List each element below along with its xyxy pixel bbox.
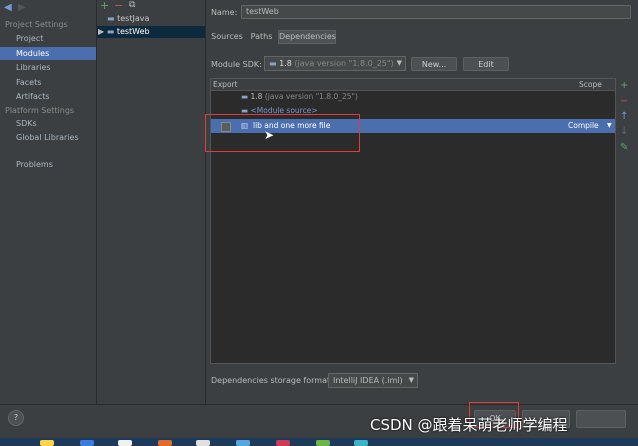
taskbar-app-icon[interactable] — [236, 440, 250, 446]
add-module-icon[interactable]: + — [100, 0, 109, 12]
help-icon[interactable]: ? — [8, 410, 24, 426]
taskbar-app-icon[interactable] — [158, 440, 172, 446]
highlight-box — [205, 114, 360, 152]
module-sdk-label: Module SDK: — [211, 60, 262, 69]
watermark: CSDN @跟着呆萌老师学编程 — [370, 416, 568, 434]
taskbar-app-icon[interactable] — [118, 440, 132, 446]
remove-module-icon[interactable]: − — [114, 0, 123, 12]
move-down-icon[interactable]: ↓ — [620, 127, 628, 137]
row-detail: (java version "1.8.0_25") — [264, 92, 358, 101]
copy-module-icon[interactable]: ⧉ — [129, 0, 135, 10]
nav-item-project[interactable]: Project — [16, 34, 43, 43]
column-header-scope[interactable]: Scope — [579, 80, 602, 89]
folder-icon: ▬ — [107, 14, 115, 23]
move-up-icon[interactable]: ↑ — [620, 112, 628, 122]
chevron-down-icon: ▼ — [607, 122, 612, 129]
jdk-folder-icon: ▬ — [241, 92, 249, 101]
taskbar-app-icon[interactable] — [354, 440, 368, 446]
storage-format-select[interactable]: IntelliJ IDEA (.iml) ▼ — [328, 373, 418, 388]
expand-arrow-icon[interactable]: ▶ — [97, 27, 104, 36]
nav-item-global-libraries[interactable]: Global Libraries — [16, 133, 79, 142]
chevron-down-icon: ▼ — [396, 59, 402, 67]
back-arrow-icon[interactable]: ◀ — [4, 2, 12, 13]
taskbar-app-icon[interactable] — [196, 440, 210, 446]
table-header — [211, 79, 615, 91]
nav-item-facets[interactable]: Facets — [16, 78, 41, 87]
folder-icon: ▬ — [106, 27, 115, 36]
storage-format-label: Dependencies storage format: — [211, 376, 333, 385]
apply-button[interactable] — [576, 410, 626, 428]
name-input[interactable]: testWeb — [241, 5, 631, 19]
remove-dependency-icon[interactable]: − — [620, 97, 628, 107]
taskbar-app-icon[interactable] — [40, 440, 54, 446]
edit-dependency-icon[interactable]: ✎ — [620, 143, 628, 153]
sdk-folder-icon: ▬ — [269, 59, 277, 68]
column-header-export[interactable]: Export — [213, 80, 238, 89]
nav-item-libraries[interactable]: Libraries — [16, 63, 51, 72]
nav-item-problems[interactable]: Problems — [16, 160, 53, 169]
tab-dependencies[interactable]: Dependencies — [278, 30, 336, 44]
module-item-testweb[interactable]: ▶ ▬ testWeb — [97, 26, 205, 38]
sdk-value: 1.8 — [279, 59, 292, 68]
tab-paths[interactable]: Paths — [248, 31, 275, 43]
scope-select[interactable]: Compile — [568, 119, 599, 133]
forward-arrow-icon[interactable]: ▶ — [18, 2, 26, 13]
nav-header-project-settings: Project Settings — [5, 20, 68, 29]
row-name: 1.8 — [250, 92, 263, 101]
nav-header-platform-settings: Platform Settings — [5, 106, 75, 115]
taskbar-app-icon[interactable] — [316, 440, 330, 446]
nav-item-modules[interactable]: Modules — [0, 47, 96, 60]
mouse-cursor-icon: ➤ — [264, 128, 275, 142]
storage-format-value: IntelliJ IDEA (.iml) — [333, 376, 403, 385]
new-sdk-button[interactable]: New... — [411, 57, 457, 71]
add-dependency-icon[interactable]: + — [620, 81, 628, 91]
nav-item-sdks[interactable]: SDKs — [16, 119, 37, 128]
table-row-jdk[interactable]: ▬ 1.8 (java version "1.8.0_25") — [241, 92, 358, 101]
chevron-down-icon: ▼ — [408, 376, 414, 384]
module-name: testWeb — [116, 27, 150, 36]
nav-item-artifacts[interactable]: Artifacts — [16, 92, 50, 101]
edit-sdk-button[interactable]: Edit — [463, 57, 509, 71]
name-label: Name: — [211, 8, 238, 17]
module-list-panel: + − ⧉ ▬ testJava ▶ ▬ testWeb — [97, 0, 206, 404]
taskbar-app-icon[interactable] — [80, 440, 94, 446]
settings-nav: ◀ ▶ Project Settings Project Modules Lib… — [0, 0, 97, 404]
sdk-detail: (java version "1.8.0_25") — [294, 59, 394, 68]
module-item-testjava[interactable]: ▬ testJava — [107, 14, 149, 23]
module-sdk-select[interactable]: ▬ 1.8 (java version "1.8.0_25") ▼ — [264, 56, 406, 71]
taskbar-app-icon[interactable] — [276, 440, 290, 446]
module-name: testJava — [117, 14, 150, 23]
tab-sources[interactable]: Sources — [211, 31, 243, 43]
